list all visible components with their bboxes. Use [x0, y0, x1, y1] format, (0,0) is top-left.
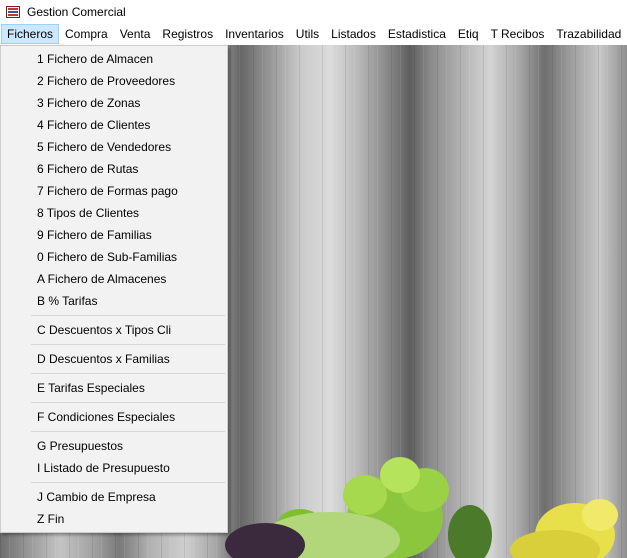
menu-item[interactable]: E Tarifas Especiales	[1, 377, 227, 399]
menu-separator	[31, 431, 225, 432]
menu-item[interactable]: 7 Fichero de Formas pago	[1, 180, 227, 202]
menu-trazabilidad[interactable]: Trazabilidad	[550, 24, 627, 44]
menu-inventarios[interactable]: Inventarios	[219, 24, 290, 44]
menu-venta[interactable]: Venta	[114, 24, 157, 44]
menu-item[interactable]: D Descuentos x Familias	[1, 348, 227, 370]
menu-item[interactable]: 9 Fichero de Familias	[1, 224, 227, 246]
menu-item[interactable]: 5 Fichero de Vendedores	[1, 136, 227, 158]
menu-item[interactable]: A Fichero de Almacenes	[1, 268, 227, 290]
menu-item[interactable]: 6 Fichero de Rutas	[1, 158, 227, 180]
menu-item[interactable]: G Presupuestos	[1, 435, 227, 457]
menu-item[interactable]: 0 Fichero de Sub-Familias	[1, 246, 227, 268]
menu-compra[interactable]: Compra	[59, 24, 114, 44]
menu-item[interactable]: 2 Fichero de Proveedores	[1, 70, 227, 92]
menu-item[interactable]: Z Fin	[1, 508, 227, 530]
menu-item[interactable]: I Listado de Presupuesto	[1, 457, 227, 479]
window-title: Gestion Comercial	[27, 4, 126, 19]
menu-item[interactable]: J Cambio de Empresa	[1, 486, 227, 508]
menu-item[interactable]: 8 Tipos de Clientes	[1, 202, 227, 224]
menu-separator	[31, 373, 225, 374]
menu-registros[interactable]: Registros	[156, 24, 219, 44]
menu-separator	[31, 344, 225, 345]
menu-bar: Ficheros Compra Venta Registros Inventar…	[0, 23, 627, 45]
menu-utils[interactable]: Utils	[290, 24, 325, 44]
menu-item[interactable]: 3 Fichero de Zonas	[1, 92, 227, 114]
app-icon[interactable]	[6, 5, 20, 18]
menu-item[interactable]: B % Tarifas	[1, 290, 227, 312]
menu-ficheros[interactable]: Ficheros	[1, 24, 60, 44]
menu-etiq[interactable]: Etiq	[452, 24, 485, 44]
menu-separator	[31, 402, 225, 403]
menu-separator	[31, 315, 225, 316]
menu-listados[interactable]: Listados	[325, 24, 382, 44]
title-bar: Gestion Comercial	[0, 0, 627, 23]
menu-item[interactable]: C Descuentos x Tipos Cli	[1, 319, 227, 341]
menu-estadistica[interactable]: Estadistica	[382, 24, 452, 44]
ficheros-dropdown-menu: 1 Fichero de Almacen 2 Fichero de Proveed…	[0, 45, 228, 533]
menu-t-recibos[interactable]: T Recibos	[485, 24, 551, 44]
menu-item[interactable]: 1 Fichero de Almacen	[1, 48, 227, 70]
menu-separator	[31, 482, 225, 483]
menu-item[interactable]: F Condiciones Especiales	[1, 406, 227, 428]
menu-item[interactable]: 4 Fichero de Clientes	[1, 114, 227, 136]
